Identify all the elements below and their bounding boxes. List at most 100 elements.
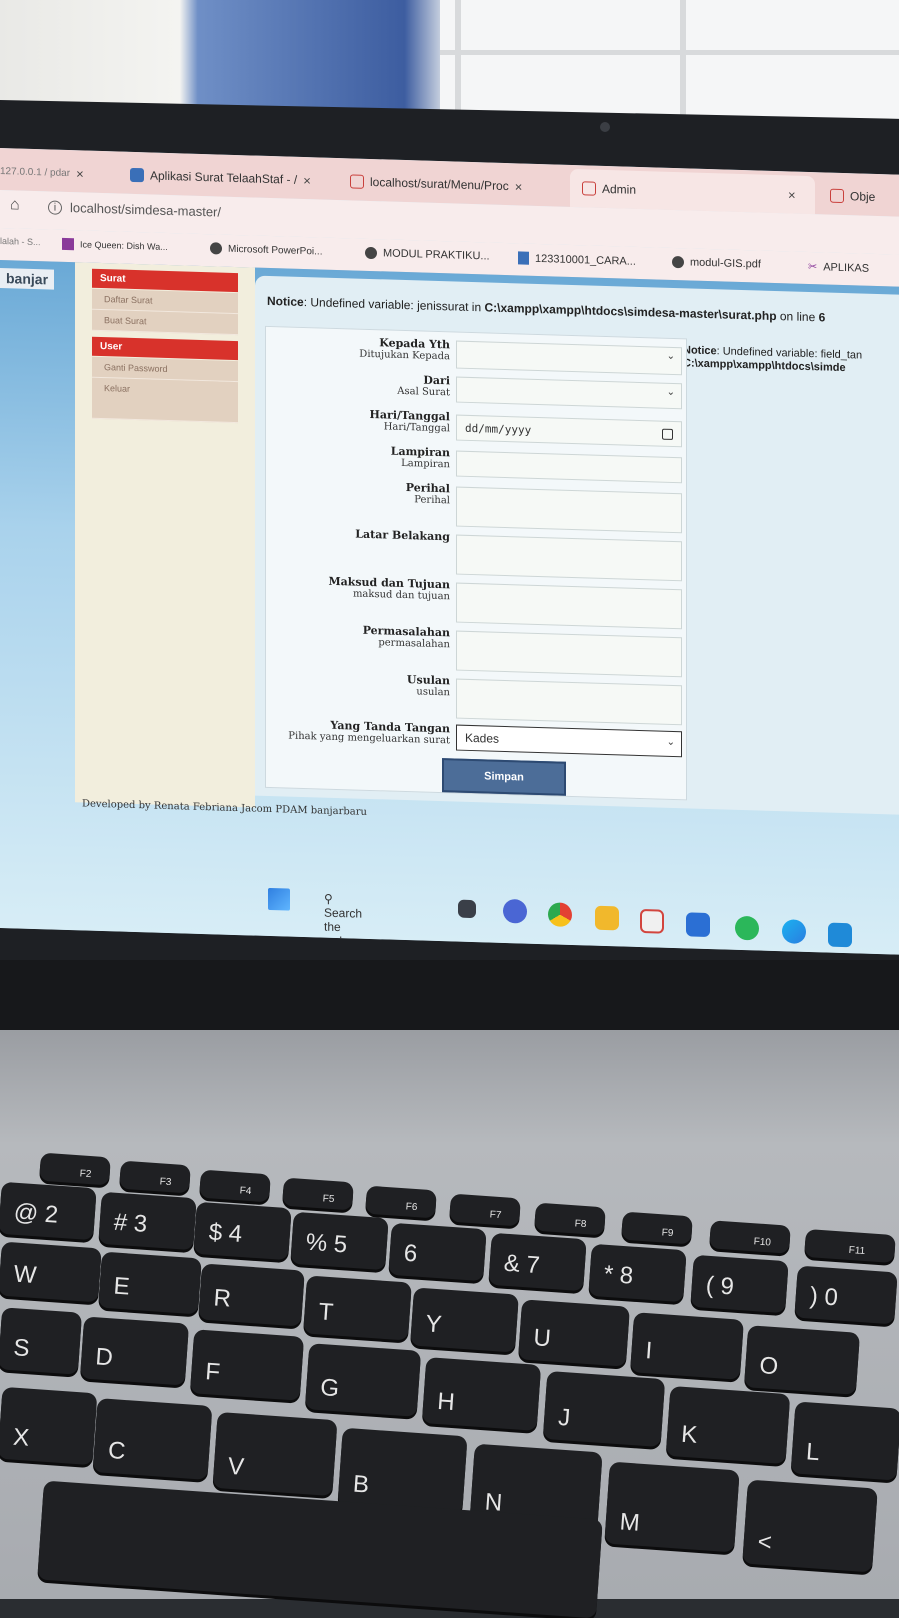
menu-item-keluar[interactable]: Keluar [92,377,238,424]
key-7[interactable]: & 7 [488,1232,587,1292]
key-comma[interactable]: < [742,1479,878,1573]
date-placeholder: dd/mm/yyyy [465,421,532,437]
bookmark[interactable]: ✂ APLIKAS [808,260,869,275]
bookmark-label: modul-GIS.pdf [690,256,761,271]
key-f9[interactable]: F9 [621,1211,693,1245]
perihal-textarea[interactable] [456,486,682,534]
key-label: F10 [753,1236,772,1249]
lampiran-input[interactable] [456,450,682,484]
tanda-tangan-select[interactable]: Kades ⌄ [456,724,682,758]
key-t[interactable]: T [303,1275,412,1341]
key-label: L [805,1438,821,1467]
info-icon[interactable]: i [48,200,62,215]
latar-belakang-textarea[interactable] [456,534,682,582]
key-s[interactable]: S [0,1307,83,1375]
browser-tab[interactable]: localhost/surat/Menu/Proc × [350,166,565,202]
calendar-icon[interactable] [662,428,673,440]
key-v[interactable]: V [212,1411,338,1497]
bookmark[interactable]: Ice Queen: Dish Wa... [62,237,168,253]
browser-tab[interactable]: Obje [830,181,899,213]
task-view-icon[interactable] [458,899,476,919]
key-m[interactable]: M [604,1461,740,1553]
bookmark[interactable]: lalah - S... [0,236,41,247]
key-0[interactable]: ) 0 [794,1265,898,1325]
key-4[interactable]: $ 4 [193,1201,292,1261]
key-o[interactable]: O [743,1325,861,1395]
key-l[interactable]: L [790,1401,899,1481]
key-w[interactable]: W [0,1241,102,1303]
label-sub: permasalahan [378,637,450,651]
xampp-icon [582,181,596,196]
browser-tab[interactable]: Aplikasi Surat TelaahStaf - / × [130,160,330,196]
key-k[interactable]: K [665,1385,791,1465]
kepada-select[interactable]: ⌄ [456,340,682,376]
bookmark[interactable]: MODUL PRAKTIKU... [365,246,490,263]
key-h[interactable]: H [421,1357,542,1431]
webcam [600,122,610,132]
key-label: % 5 [304,1228,349,1259]
key-b[interactable]: B [337,1427,468,1515]
folder-icon[interactable] [595,905,619,931]
chrome-icon[interactable] [548,902,572,927]
bookmark[interactable]: modul-GIS.pdf [672,255,761,271]
key-f10[interactable]: F10 [709,1220,791,1254]
key-f8[interactable]: F8 [534,1202,606,1236]
store-icon[interactable] [686,912,710,938]
bookmark-label: MODUL PRAKTIKU... [383,247,490,263]
key-f7[interactable]: F7 [449,1193,521,1227]
notice-path: C:\xampp\xampp\htdocs\simdesa-master\sur… [484,300,777,324]
key-f[interactable]: F [189,1329,305,1401]
key-y[interactable]: Y [410,1287,519,1353]
label-sub: Hari/Tanggal [383,421,450,435]
chat-icon[interactable] [503,898,527,924]
key-6[interactable]: 6 [388,1222,487,1282]
key-label: F3 [159,1176,172,1189]
key-9[interactable]: ( 9 [690,1254,789,1314]
key-5[interactable]: % 5 [290,1211,389,1271]
close-icon[interactable]: × [515,179,523,194]
key-f6[interactable]: F6 [365,1185,437,1219]
date-input[interactable]: dd/mm/yyyy [456,414,682,448]
key-r[interactable]: R [198,1263,305,1327]
key-label: T [317,1298,335,1327]
key-f4[interactable]: F4 [199,1169,271,1203]
dari-select[interactable]: ⌄ [456,376,682,410]
bookmark[interactable]: 123310001_CARA... [518,251,636,267]
key-j[interactable]: J [542,1370,666,1448]
key-f3[interactable]: F3 [119,1160,191,1194]
xampp-icon[interactable] [640,908,664,934]
key-i[interactable]: I [630,1312,744,1380]
key-f2[interactable]: F2 [39,1152,111,1186]
edge-icon[interactable] [782,919,806,944]
maksud-textarea[interactable] [456,582,682,630]
key-3[interactable]: # 3 [98,1191,197,1251]
key-d[interactable]: D [79,1316,190,1386]
menu-item-buat-surat[interactable]: Buat Surat [92,309,238,336]
key-u[interactable]: U [518,1299,630,1367]
label-sub: usulan [416,686,450,699]
home-icon[interactable]: ⌂ [10,196,20,214]
window [440,0,899,120]
notice-line: 6 [818,310,826,325]
windows-start-icon[interactable] [268,887,290,911]
whatsapp-icon[interactable] [735,915,759,941]
vscode-icon[interactable] [828,922,852,948]
close-icon[interactable]: × [788,187,796,202]
close-icon[interactable]: × [76,166,84,181]
key-c[interactable]: C [92,1398,213,1480]
simpan-button[interactable]: Simpan [442,758,566,796]
key-f5[interactable]: F5 [282,1177,354,1211]
key-g[interactable]: G [304,1343,422,1417]
search-icon: ⚲ [324,891,333,906]
permasalahan-textarea[interactable] [456,630,682,678]
key-8[interactable]: * 8 [588,1243,687,1303]
key-label: I [644,1337,654,1365]
key-e[interactable]: E [98,1251,202,1315]
key-x[interactable]: X [0,1386,98,1466]
browser-tab[interactable]: 127.0.0.1 / pdar × [0,156,120,190]
usulan-textarea[interactable] [456,678,682,726]
bookmark[interactable]: Microsoft PowerPoi... [210,242,322,257]
close-icon[interactable]: × [303,172,311,187]
key-2[interactable]: @ 2 [0,1181,97,1241]
url-field[interactable]: localhost/simdesa-master/ [70,200,221,219]
